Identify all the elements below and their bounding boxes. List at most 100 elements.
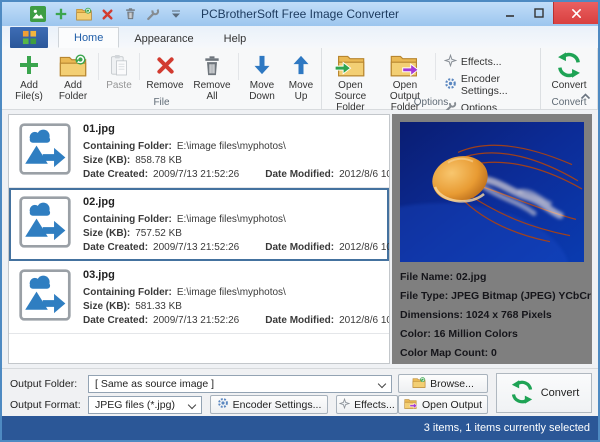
- encoder-settings-button[interactable]: Encoder Settings...: [444, 73, 534, 97]
- date-modified-label: Date Modified:: [265, 315, 334, 326]
- file-list-item-01[interactable]: 01.jpg Containing Folder:E:\image files\…: [9, 115, 389, 188]
- group-label-options: Options: [322, 97, 540, 108]
- convert-label: Convert: [541, 387, 580, 399]
- encoder-settings-icon: [444, 77, 457, 93]
- close-button[interactable]: [553, 2, 598, 24]
- add-folder-icon: [59, 52, 87, 78]
- preview-pane: File Name: 02.jpg File Type: JPEG Bitmap…: [392, 114, 592, 364]
- file-list-item-02-selected[interactable]: 02.jpg Containing Folder:E:\image files\…: [9, 188, 389, 261]
- move-up-button[interactable]: Move Up: [283, 50, 319, 102]
- size-value: 757.52 KB: [135, 228, 182, 239]
- convert-icon: [555, 52, 583, 78]
- app-window: PCBrotherSoft Free Image Converter: [0, 0, 600, 442]
- collapse-ribbon-icon[interactable]: [580, 87, 591, 105]
- remove-all-button[interactable]: Remove All: [188, 50, 236, 102]
- group-label-file: File: [2, 97, 321, 108]
- separator: [98, 53, 99, 80]
- tab-home[interactable]: Home: [58, 27, 119, 48]
- status-text: 3 items, 1 items currently selected: [424, 422, 590, 434]
- remove-icon[interactable]: [99, 6, 115, 22]
- quick-access-toolbar: [2, 6, 184, 22]
- remove-all-icon: [202, 52, 222, 78]
- add-files-button[interactable]: Add File(s): [8, 50, 50, 102]
- move-down-button[interactable]: Move Down: [241, 50, 283, 102]
- paste-button[interactable]: Paste: [101, 50, 137, 91]
- size-value: 581.33 KB: [135, 301, 182, 312]
- open-output-label: Open Output: [422, 399, 482, 411]
- info-file-name: File Name: 02.jpg: [400, 268, 584, 287]
- app-image-icon: [30, 6, 46, 22]
- add-folder-button[interactable]: Add Folder: [50, 50, 96, 102]
- date-modified-value: 2012/8/6 10:00:58: [339, 169, 390, 180]
- effects-label: Effects...: [354, 399, 395, 411]
- file-name: 01.jpg: [83, 123, 390, 135]
- containing-folder-label: Containing Folder:: [83, 287, 172, 298]
- separator: [139, 53, 140, 80]
- output-format-label: Output Format:: [10, 396, 81, 414]
- encoder-settings-label: Encoder Settings...: [233, 399, 322, 411]
- add-folder-icon[interactable]: [76, 6, 92, 22]
- browse-button[interactable]: Browse...: [398, 374, 488, 393]
- output-folder-combo[interactable]: [ Same as source image ]: [88, 375, 392, 393]
- date-modified-value: 2012/8/6 10:00:58: [339, 242, 390, 253]
- remove-all-icon[interactable]: [122, 6, 138, 22]
- remove-label: Remove: [146, 80, 183, 91]
- add-file-icon: [17, 52, 41, 78]
- output-bar: Output Folder: [ Same as source image ] …: [2, 368, 598, 416]
- info-color: Color: 16 Million Colors: [400, 325, 584, 344]
- tab-appearance[interactable]: Appearance: [119, 29, 208, 48]
- image-file-thumbnail-icon: [19, 123, 71, 175]
- containing-folder-value: E:\image files\myphotos\: [177, 141, 286, 152]
- output-folder-value: [ Same as source image ]: [95, 378, 214, 390]
- date-created-label: Date Created:: [83, 242, 148, 253]
- effects-button[interactable]: Effects...: [444, 54, 534, 70]
- ribbon-group-file: Add File(s) Add Folder Paste Remo: [2, 48, 322, 109]
- file-name: 03.jpg: [83, 269, 390, 281]
- file-list-item-03[interactable]: 03.jpg Containing Folder:E:\image files\…: [9, 261, 389, 334]
- minimize-button[interactable]: [495, 2, 524, 24]
- maximize-button[interactable]: [524, 2, 553, 24]
- output-format-combo[interactable]: JPEG files (*.jpg): [88, 396, 202, 414]
- image-file-thumbnail-icon: [19, 269, 71, 321]
- quick-access-dropdown-icon[interactable]: [168, 6, 184, 22]
- open-source-folder-icon: [335, 52, 365, 78]
- separator: [435, 53, 436, 80]
- effects-bottom-button[interactable]: Effects...: [336, 395, 398, 414]
- effects-label: Effects...: [461, 56, 502, 68]
- tab-help[interactable]: Help: [209, 29, 262, 48]
- remove-icon: [155, 52, 176, 78]
- ribbon-tab-row: Home Appearance Help: [2, 26, 598, 48]
- preview-image-jellyfish: [400, 122, 584, 262]
- add-file-icon[interactable]: [53, 6, 69, 22]
- convert-icon: [509, 379, 535, 408]
- info-file-type: File Type: JPEG Bitmap (JPEG) YCbCr: [400, 287, 584, 306]
- date-modified-label: Date Modified:: [265, 169, 334, 180]
- encoder-settings-label: Encoder Settings...: [461, 73, 534, 97]
- size-label: Size (KB):: [83, 155, 130, 166]
- remove-button[interactable]: Remove: [142, 50, 188, 91]
- date-created-label: Date Created:: [83, 315, 148, 326]
- convert-ribbon-button[interactable]: Convert: [545, 50, 593, 91]
- image-info: File Name: 02.jpg File Type: JPEG Bitmap…: [400, 268, 584, 363]
- info-dimensions: Dimensions: 1024 x 768 Pixels: [400, 306, 584, 325]
- date-created-value: 2009/7/13 21:52:26: [153, 315, 239, 326]
- open-output-folder-icon: [404, 398, 418, 412]
- size-label: Size (KB):: [83, 228, 130, 239]
- encoder-settings-bottom-button[interactable]: Encoder Settings...: [210, 395, 328, 414]
- browse-label: Browse...: [430, 378, 474, 390]
- encoder-settings-icon: [217, 397, 229, 412]
- browse-folder-icon: [412, 377, 426, 391]
- convert-button[interactable]: Convert: [496, 373, 592, 413]
- status-bar: 3 items, 1 items currently selected: [2, 416, 598, 440]
- effects-icon: [444, 54, 457, 70]
- titlebar: PCBrotherSoft Free Image Converter: [2, 2, 598, 26]
- date-created-value: 2009/7/13 21:52:26: [153, 242, 239, 253]
- app-menu-button[interactable]: [10, 27, 48, 48]
- containing-folder-label: Containing Folder:: [83, 214, 172, 225]
- options-wrench-icon[interactable]: [145, 6, 161, 22]
- open-output-folder-icon: [390, 52, 420, 78]
- open-output-button[interactable]: Open Output: [398, 395, 488, 414]
- separator: [238, 53, 239, 80]
- ribbon-group-options: Open Source Folder Open Output Folder Ef…: [322, 48, 541, 109]
- info-color-map-count: Color Map Count: 0: [400, 344, 584, 363]
